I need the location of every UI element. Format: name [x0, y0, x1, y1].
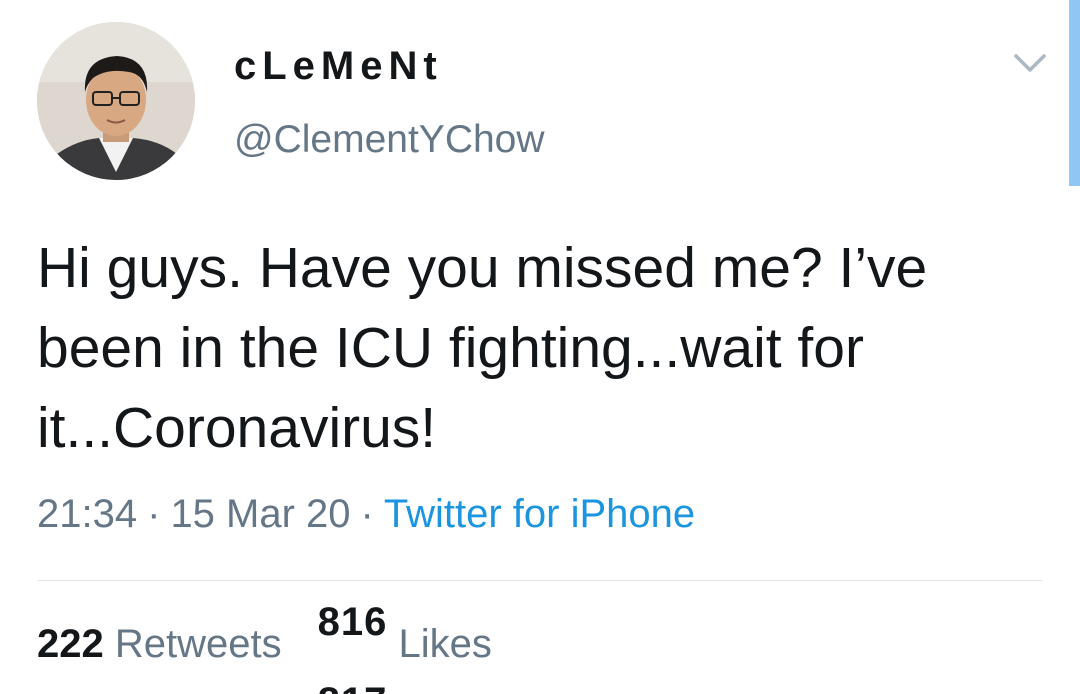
author-display-name[interactable]: cLeMeNt: [234, 44, 443, 89]
likes-label: Likes: [398, 622, 492, 666]
chevron-down-icon[interactable]: [1010, 48, 1050, 78]
tweet-source-link[interactable]: Twitter for iPhone: [384, 492, 695, 536]
likes-stat[interactable]: 816 817 Likes: [318, 600, 492, 694]
tweet-meta: 21:34 · 15 Mar 20 · Twitter for iPhone: [37, 492, 695, 537]
meta-separator: ·: [360, 492, 374, 536]
avatar-photo: [37, 22, 195, 180]
scrollbar[interactable]: [1069, 0, 1080, 186]
tweet-detail-view: cLeMeNt @ClementYChow Hi guys. Have you …: [0, 0, 1080, 694]
tweet-text: Hi guys. Have you missed me? I’ve been i…: [37, 236, 928, 460]
tweet-time: 21:34: [37, 492, 138, 536]
retweets-label: Retweets: [114, 622, 282, 666]
retweets-count: 222: [37, 622, 104, 666]
likes-count: 816: [317, 600, 388, 644]
meta-separator: ·: [147, 492, 161, 536]
tweet-stats: 222 Retweets 816 817 Likes: [37, 600, 492, 694]
author-handle[interactable]: @ClementYChow: [234, 118, 545, 162]
retweets-stat[interactable]: 222 Retweets: [37, 622, 282, 666]
likes-count-next: 817: [318, 680, 388, 694]
divider: [37, 580, 1043, 581]
tweet-date: 15 Mar 20: [170, 492, 351, 536]
avatar[interactable]: [37, 22, 195, 180]
